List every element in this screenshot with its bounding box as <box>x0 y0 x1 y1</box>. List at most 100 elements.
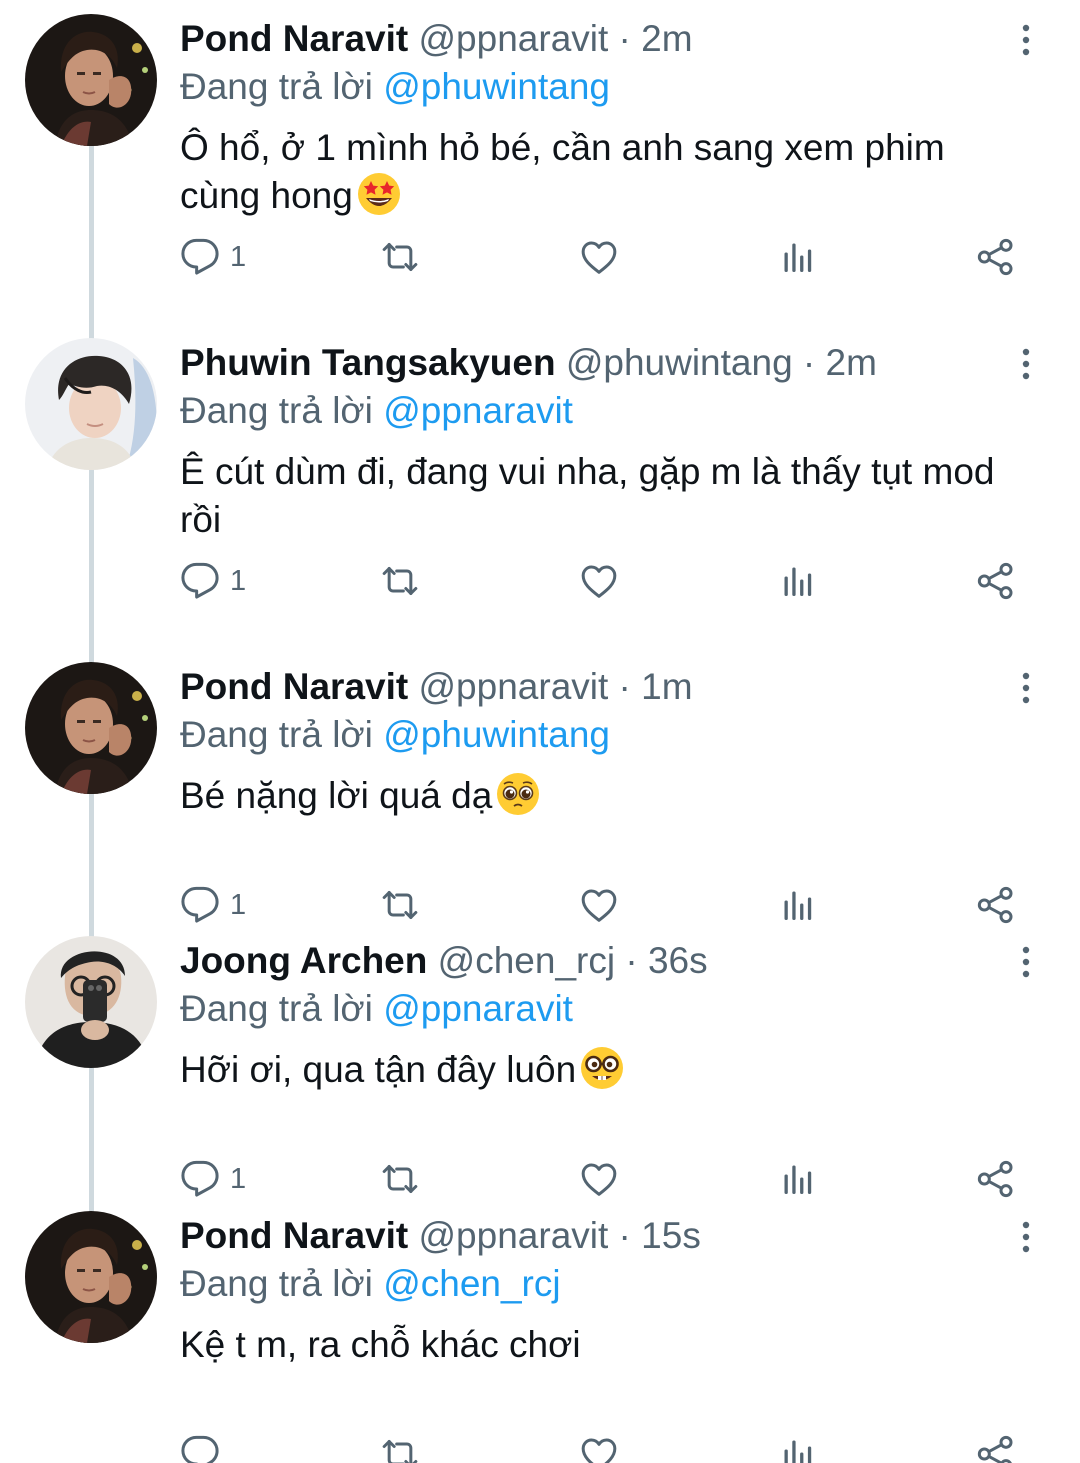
replying-to: Đang trả lời @phuwintang <box>180 712 610 758</box>
timestamp[interactable]: 15s <box>641 1215 701 1256</box>
share-button[interactable] <box>976 1429 1016 1463</box>
nerd-face-emoji <box>580 1046 624 1090</box>
reply-thread: Pond Naravit @ppnaravit · 2m Đang trả lời… <box>0 0 1080 1463</box>
pond-avatar[interactable] <box>25 662 157 794</box>
reply-icon <box>180 885 220 925</box>
views-icon <box>780 561 816 601</box>
separator-dot: · <box>608 1215 642 1256</box>
replying-to-mention[interactable]: @ppnaravit <box>383 988 573 1029</box>
timestamp[interactable]: 36s <box>648 940 708 981</box>
replying-to-mention[interactable]: @phuwintang <box>383 714 610 755</box>
replying-to: Đang trả lời @chen_rcj <box>180 1261 561 1307</box>
tweet-header: Pond Naravit @ppnaravit · 2m <box>180 16 693 62</box>
reply-icon <box>180 1159 220 1199</box>
replying-to: Đang trả lời @ppnaravit <box>180 388 573 434</box>
reply-count: 1 <box>230 240 247 273</box>
retweet-button[interactable] <box>378 1429 422 1463</box>
author-name[interactable]: Phuwin Tangsakyuen <box>180 342 556 383</box>
reply-icon <box>180 561 220 601</box>
tweet-4: Joong Archen @chen_rcj · 36s Đang trả lời… <box>0 922 1080 1198</box>
reply-icon <box>180 1434 220 1463</box>
tweet-text: Kệ t m, ra chỗ khác chơi <box>180 1321 1030 1369</box>
more-options-icon[interactable] <box>1008 344 1044 384</box>
like-button[interactable] <box>578 1429 620 1463</box>
replying-to-mention[interactable]: @ppnaravit <box>383 390 573 431</box>
author-handle[interactable]: @phuwintang <box>566 342 793 383</box>
views-icon <box>780 885 816 925</box>
author-handle[interactable]: @chen_rcj <box>438 940 615 981</box>
share-button[interactable] <box>976 556 1016 606</box>
replying-to-label: Đang trả lời <box>180 1263 373 1304</box>
replying-to-mention[interactable]: @phuwintang <box>383 66 610 107</box>
retweet-icon <box>378 561 422 601</box>
tweet-actions: 1 <box>0 232 1080 282</box>
pond-avatar[interactable] <box>25 14 157 146</box>
author-name[interactable]: Joong Archen <box>180 940 427 981</box>
author-handle[interactable]: @ppnaravit <box>419 18 609 59</box>
author-name[interactable]: Pond Naravit <box>180 1215 408 1256</box>
like-icon <box>578 561 620 601</box>
timestamp[interactable]: 2m <box>826 342 877 383</box>
tweet-text: Hỡi ơi, qua tận đây luôn <box>180 1046 1030 1094</box>
timestamp[interactable]: 2m <box>641 18 692 59</box>
separator-dot: · <box>608 18 642 59</box>
separator-dot: · <box>615 940 648 981</box>
phuwin-avatar[interactable] <box>25 338 157 470</box>
replying-to: Đang trả lời @phuwintang <box>180 64 610 110</box>
share-icon <box>976 885 1016 925</box>
views-button[interactable] <box>780 556 816 606</box>
retweet-button[interactable] <box>378 232 422 282</box>
author-handle[interactable]: @ppnaravit <box>419 1215 609 1256</box>
share-icon <box>976 1434 1016 1463</box>
separator-dot: · <box>792 342 826 383</box>
replying-to-mention[interactable]: @chen_rcj <box>383 1263 560 1304</box>
share-icon <box>976 237 1016 277</box>
like-icon <box>578 237 620 277</box>
tweet-actions: 1 <box>0 556 1080 606</box>
tweet-5: Pond Naravit @ppnaravit · 15s Đang trả lờ… <box>0 1197 1080 1463</box>
tweet-header: Pond Naravit @ppnaravit · 15s <box>180 1213 701 1259</box>
tweet-header: Phuwin Tangsakyuen @phuwintang · 2m <box>180 340 877 386</box>
tweet-text-content: Ê cút dùm đi, đang vui nha, gặp m là thấ… <box>180 451 995 540</box>
retweet-icon <box>378 1159 422 1199</box>
joong-avatar[interactable] <box>25 936 157 1068</box>
replying-to-label: Đang trả lời <box>180 66 373 107</box>
reply-count: 1 <box>230 1162 247 1195</box>
tweet-text-content: Hỡi ơi, qua tận đây luôn <box>180 1049 577 1090</box>
like-icon <box>578 1159 620 1199</box>
share-button[interactable] <box>976 232 1016 282</box>
retweet-button[interactable] <box>378 556 422 606</box>
views-icon <box>780 1159 816 1199</box>
reply-button[interactable]: 1 <box>180 232 246 282</box>
separator-dot: · <box>608 666 642 707</box>
timestamp[interactable]: 1m <box>641 666 692 707</box>
tweet-text: Bé nặng lời quá dạ <box>180 772 1030 820</box>
author-handle[interactable]: @ppnaravit <box>419 666 609 707</box>
replying-to-label: Đang trả lời <box>180 988 373 1029</box>
pond-avatar[interactable] <box>25 1211 157 1343</box>
replying-to: Đang trả lời @ppnaravit <box>180 986 573 1032</box>
reply-button[interactable] <box>180 1429 230 1463</box>
pleading-face-emoji <box>496 772 540 816</box>
author-name[interactable]: Pond Naravit <box>180 666 408 707</box>
tweet-3: Pond Naravit @ppnaravit · 1m Đang trả lời… <box>0 648 1080 924</box>
share-icon <box>976 1159 1016 1199</box>
like-icon <box>578 885 620 925</box>
retweet-icon <box>378 1434 422 1463</box>
tweet-1: Pond Naravit @ppnaravit · 2m Đang trả lời… <box>0 0 1080 276</box>
more-options-icon[interactable] <box>1008 1217 1044 1257</box>
star-struck-emoji <box>357 172 401 216</box>
tweet-header: Pond Naravit @ppnaravit · 1m <box>180 664 693 710</box>
more-options-icon[interactable] <box>1008 942 1044 982</box>
like-button[interactable] <box>578 232 620 282</box>
more-options-icon[interactable] <box>1008 668 1044 708</box>
tweet-text-content: Bé nặng lời quá dạ <box>180 775 493 816</box>
tweet-text: Ô hổ, ở 1 mình hỏ bé, cần anh sang xem p… <box>180 124 1030 220</box>
more-options-icon[interactable] <box>1008 20 1044 60</box>
author-name[interactable]: Pond Naravit <box>180 18 408 59</box>
views-button[interactable] <box>780 232 816 282</box>
reply-button[interactable]: 1 <box>180 556 246 606</box>
like-icon <box>578 1434 620 1463</box>
views-button[interactable] <box>780 1429 816 1463</box>
like-button[interactable] <box>578 556 620 606</box>
